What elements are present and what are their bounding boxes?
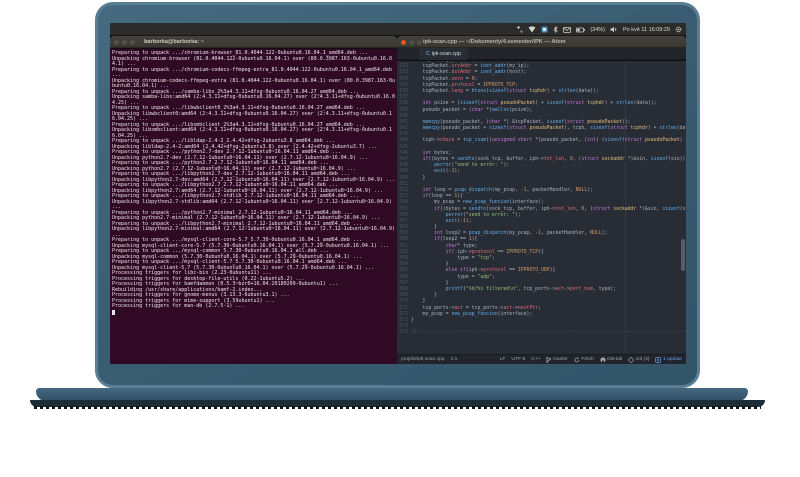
wifi-icon[interactable] xyxy=(528,26,536,33)
package-icon xyxy=(655,356,662,363)
status-updates[interactable]: 1 update xyxy=(655,356,682,363)
branch-icon xyxy=(546,356,552,363)
tab-label: ipk-scan.cpp xyxy=(431,51,461,57)
status-cursor-position[interactable]: 1:1 xyxy=(451,357,458,362)
terminal-output: Preparing to unpack .../chromium-browser… xyxy=(112,50,395,318)
tab-bar: C ipk-scan.cpp xyxy=(397,48,686,60)
input-source-icon[interactable] xyxy=(541,26,548,33)
github-icon xyxy=(600,356,606,363)
close-icon[interactable] xyxy=(114,39,119,45)
code-editor[interactable]: 531 tcph->urg_ptr = 0;532 tcpPacket.srcA… xyxy=(397,61,686,354)
network-activity-icon[interactable] xyxy=(517,26,524,33)
volume-icon[interactable] xyxy=(610,26,618,33)
laptop-screen: (34%) Po kvě 11 16:09:29 barborka@barbor… xyxy=(110,23,686,364)
status-encoding[interactable]: UTF-8 xyxy=(511,357,525,362)
terminal-line: Unpacking chromium-codecs-ffmpeg-extra (… xyxy=(112,77,395,89)
maximize-icon[interactable] xyxy=(130,39,135,45)
status-git[interactable]: Git (3) xyxy=(628,356,649,363)
clock[interactable]: Po kvě 11 16:09:29 xyxy=(623,27,670,33)
status-github[interactable]: GitHub xyxy=(600,356,622,363)
gear-icon[interactable] xyxy=(675,26,682,33)
terminal-line: Unpacking libwbclient0:amd64 (2:4.3.11+d… xyxy=(112,110,392,122)
maximize-icon[interactable] xyxy=(417,39,422,45)
tab-ipk-scan[interactable]: C ipk-scan.cpp xyxy=(419,48,468,60)
terminal-cursor xyxy=(112,310,115,315)
editor-titlebar[interactable]: ipk-scan.cpp — ~/Dokumenty/4.semester/IP… xyxy=(397,36,686,48)
git-icon xyxy=(628,356,635,363)
laptop-base-front-edge xyxy=(30,400,765,409)
status-bar: projekt/ipk-scan.cpp 1:1 LF UTF-8 C++ ma… xyxy=(397,354,686,364)
close-icon[interactable] xyxy=(401,39,406,45)
system-tray: (34%) Po kvě 11 16:09:29 xyxy=(517,23,682,36)
bluetooth-icon[interactable] xyxy=(553,26,559,33)
status-line-ending[interactable]: LF xyxy=(500,357,506,362)
c-file-icon: C xyxy=(426,51,430,57)
mail-icon[interactable] xyxy=(563,26,572,33)
editor-title: ipk-scan.cpp — ~/Dokumenty/4.semester/IP… xyxy=(423,38,566,45)
code-line: 544 tcph->check = tcp_csum((unsigned sho… xyxy=(399,138,686,144)
terminal-window[interactable]: barborka@barborka: ~ Preparing to unpack… xyxy=(110,36,397,364)
battery-icon[interactable] xyxy=(576,27,586,33)
code-line: 575//-----------------------------------… xyxy=(399,330,686,336)
terminal-line: Unpacking chromium-browser (81.0.4044.12… xyxy=(112,55,392,67)
code-lines: 531 tcph->urg_ptr = 0;532 tcpPacket.srcA… xyxy=(397,61,686,336)
terminal-line: Unpacking libpython2.7-stdlib:amd64 (2.7… xyxy=(112,198,395,210)
editor-window[interactable]: ipk-scan.cpp — ~/Dokumenty/4.semester/IP… xyxy=(397,36,686,364)
scrollbar[interactable] xyxy=(681,239,685,271)
status-fetch[interactable]: Fetch xyxy=(574,356,594,363)
battery-percentage[interactable]: (34%) xyxy=(590,27,605,33)
terminal-line: Preparing to unpack .../chromium-codecs-… xyxy=(112,66,395,78)
status-language[interactable]: C++ xyxy=(531,357,540,362)
code-line: 542 memcpy(pseudo_packet + sizeof(struct… xyxy=(399,126,686,132)
laptop-mockup: (34%) Po kvě 11 16:09:29 barborka@barbor… xyxy=(0,0,800,477)
minimize-icon[interactable] xyxy=(122,39,127,45)
terminal-titlebar[interactable]: barborka@barborka: ~ xyxy=(110,36,397,48)
terminal-cursor-line xyxy=(112,310,395,318)
status-git-branch[interactable]: master xyxy=(546,356,568,363)
refresh-icon xyxy=(574,356,580,362)
top-panel: (34%) Po kvě 11 16:09:29 xyxy=(110,23,686,36)
minimize-icon[interactable] xyxy=(409,39,414,45)
terminal-title: barborka@barborka: ~ xyxy=(144,38,205,45)
terminal-body[interactable]: Preparing to unpack .../chromium-browser… xyxy=(110,49,397,364)
status-file-path[interactable]: projekt/ipk-scan.cpp xyxy=(401,357,445,362)
